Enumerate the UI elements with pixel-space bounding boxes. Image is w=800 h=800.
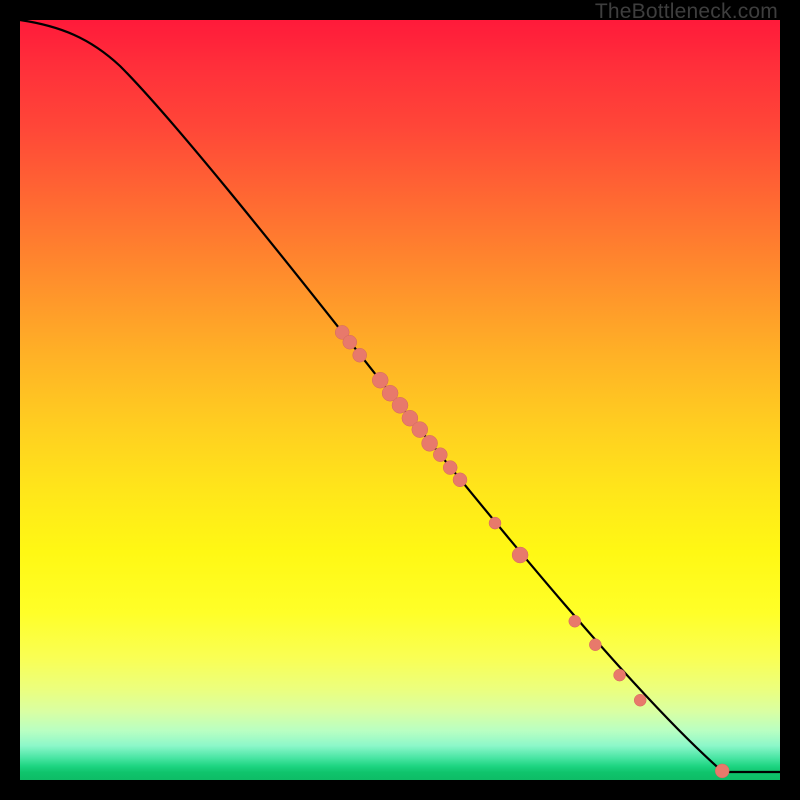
scatter-dot — [422, 435, 438, 451]
scatter-dot — [353, 348, 367, 362]
scatter-dot — [589, 639, 601, 651]
scatter-dot — [569, 615, 581, 627]
curve-line — [20, 20, 780, 772]
scatter-dot — [433, 448, 447, 462]
scatter-dot — [372, 372, 388, 388]
scatter-dot — [412, 422, 428, 438]
scatter-dot — [614, 669, 626, 681]
scatter-dot — [343, 335, 357, 349]
scatter-dot — [443, 461, 457, 475]
scatter-dot — [512, 547, 528, 563]
scatter-dot — [715, 764, 729, 778]
scatter-dot — [453, 473, 467, 487]
plot-area — [20, 20, 780, 780]
scatter-dot — [392, 397, 408, 413]
chart-svg — [20, 20, 780, 780]
scatter-dot — [634, 694, 646, 706]
chart-frame: TheBottleneck.com — [0, 0, 800, 800]
scatter-dot — [489, 517, 501, 529]
scatter-dots — [335, 325, 729, 778]
